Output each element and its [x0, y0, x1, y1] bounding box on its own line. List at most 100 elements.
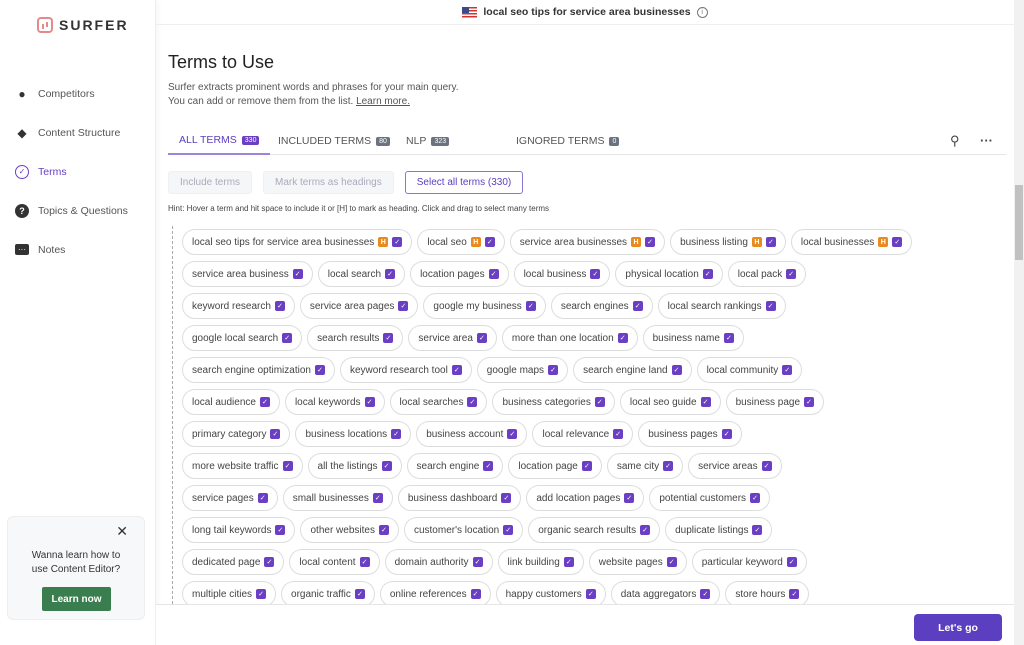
term-chip[interactable]: local seo tips for service area business… — [182, 229, 413, 255]
term-chip[interactable]: particular keyword ✓ — [691, 549, 807, 575]
term-chip[interactable]: local content ✓ — [289, 549, 380, 575]
checkbox-checked-icon[interactable]: ✓ — [398, 301, 409, 311]
checkbox-checked-icon[interactable]: ✓ — [765, 237, 776, 247]
checkbox-checked-icon[interactable]: ✓ — [282, 461, 293, 471]
term-chip[interactable]: service area pages ✓ — [299, 293, 419, 319]
term-chip[interactable]: add location pages ✓ — [526, 485, 645, 511]
heading-badge[interactable]: H — [378, 237, 389, 247]
term-chip[interactable]: location pages ✓ — [410, 261, 509, 287]
term-chip[interactable]: same city ✓ — [606, 453, 684, 479]
term-chip[interactable]: online references ✓ — [379, 581, 491, 604]
close-icon[interactable]: ✕ — [116, 523, 128, 540]
search-icon[interactable]: ⚲ — [950, 133, 960, 149]
checkbox-checked-icon[interactable]: ✓ — [264, 557, 275, 567]
checkbox-checked-icon[interactable]: ✓ — [721, 429, 732, 439]
term-chip[interactable]: local search rankings ✓ — [657, 293, 786, 319]
logo[interactable]: SURFER — [37, 17, 129, 33]
checkbox-checked-icon[interactable]: ✓ — [700, 589, 711, 599]
term-chip[interactable]: small businesses ✓ — [282, 485, 393, 511]
term-chip[interactable]: local keywords ✓ — [284, 389, 385, 415]
checkbox-checked-icon[interactable]: ✓ — [385, 269, 396, 279]
term-chip[interactable]: search engine optimization ✓ — [182, 357, 335, 383]
checkbox-checked-icon[interactable]: ✓ — [467, 397, 478, 407]
term-chip[interactable]: local searches ✓ — [389, 389, 488, 415]
more-options-icon[interactable]: ··· — [980, 133, 993, 148]
lets-go-button[interactable]: Let's go — [914, 614, 1002, 641]
tab-all-terms[interactable]: ALL TERMS 330 — [168, 127, 271, 155]
term-chip[interactable]: search results ✓ — [307, 325, 404, 351]
term-chip[interactable]: local search ✓ — [317, 261, 406, 287]
checkbox-checked-icon[interactable]: ✓ — [354, 589, 365, 599]
term-chip[interactable]: data aggregators ✓ — [610, 581, 721, 604]
checkbox-checked-icon[interactable]: ✓ — [892, 237, 903, 247]
checkbox-checked-icon[interactable]: ✓ — [789, 589, 800, 599]
checkbox-checked-icon[interactable]: ✓ — [752, 525, 763, 535]
checkbox-checked-icon[interactable]: ✓ — [786, 557, 797, 567]
checkbox-checked-icon[interactable]: ✓ — [472, 557, 483, 567]
checkbox-checked-icon[interactable]: ✓ — [804, 397, 815, 407]
scrollbar[interactable] — [1014, 0, 1024, 645]
checkbox-checked-icon[interactable]: ✓ — [476, 333, 487, 343]
checkbox-checked-icon[interactable]: ✓ — [786, 269, 797, 279]
checkbox-checked-icon[interactable]: ✓ — [671, 365, 682, 375]
term-chip[interactable]: business locations ✓ — [295, 421, 412, 447]
heading-badge[interactable]: H — [631, 237, 642, 247]
term-chip[interactable]: business pages ✓ — [638, 421, 742, 447]
term-chip[interactable]: location page ✓ — [508, 453, 602, 479]
sidebar-item-notes[interactable]: ··· Notes — [15, 230, 128, 269]
checkbox-checked-icon[interactable]: ✓ — [723, 333, 734, 343]
scrollbar-thumb[interactable] — [1015, 185, 1023, 260]
heading-badge[interactable]: H — [878, 237, 889, 247]
term-chip[interactable]: multiple cities ✓ — [182, 581, 277, 604]
tab-ignored-terms[interactable]: IGNORED TERMS 0 — [516, 127, 620, 155]
term-chip[interactable]: business categories ✓ — [492, 389, 615, 415]
heading-badge[interactable]: H — [751, 237, 762, 247]
term-chip[interactable]: local community ✓ — [696, 357, 803, 383]
term-chip[interactable]: service areas ✓ — [688, 453, 782, 479]
checkbox-checked-icon[interactable]: ✓ — [666, 557, 677, 567]
checkbox-checked-icon[interactable]: ✓ — [624, 493, 635, 503]
checkbox-checked-icon[interactable]: ✓ — [259, 397, 270, 407]
select-all-terms-button[interactable]: Select all terms (330) — [404, 171, 524, 194]
heading-badge[interactable]: H — [470, 237, 481, 247]
checkbox-checked-icon[interactable]: ✓ — [292, 269, 303, 279]
checkbox-checked-icon[interactable]: ✓ — [282, 333, 293, 343]
checkbox-checked-icon[interactable]: ✓ — [501, 493, 512, 503]
checkbox-checked-icon[interactable]: ✓ — [563, 557, 574, 567]
term-chip[interactable]: website pages ✓ — [588, 549, 687, 575]
term-chip[interactable]: potential customers ✓ — [649, 485, 771, 511]
term-chip[interactable]: local businesses H ✓ — [790, 229, 913, 255]
term-chip[interactable]: search engine ✓ — [406, 453, 504, 479]
term-chip[interactable]: service area ✓ — [408, 325, 497, 351]
term-chip[interactable]: duplicate listings ✓ — [665, 517, 773, 543]
term-chip[interactable]: local audience ✓ — [182, 389, 280, 415]
term-chip[interactable]: google my business ✓ — [423, 293, 546, 319]
term-chip[interactable]: business page ✓ — [725, 389, 825, 415]
checkbox-checked-icon[interactable]: ✓ — [274, 301, 285, 311]
checkbox-checked-icon[interactable]: ✓ — [257, 493, 268, 503]
term-chip[interactable]: other websites ✓ — [300, 517, 399, 543]
learn-more-link[interactable]: Learn more. — [356, 96, 410, 107]
checkbox-checked-icon[interactable]: ✓ — [314, 365, 325, 375]
term-chip[interactable]: service pages ✓ — [182, 485, 278, 511]
term-chip[interactable]: keyword research ✓ — [182, 293, 295, 319]
term-chip[interactable]: local pack ✓ — [727, 261, 807, 287]
checkbox-checked-icon[interactable]: ✓ — [617, 333, 628, 343]
checkbox-checked-icon[interactable]: ✓ — [275, 525, 286, 535]
term-chip[interactable]: google local search ✓ — [182, 325, 303, 351]
checkbox-checked-icon[interactable]: ✓ — [372, 493, 383, 503]
checkbox-checked-icon[interactable]: ✓ — [632, 301, 643, 311]
term-chip[interactable]: local seo H ✓ — [417, 229, 505, 255]
checkbox-checked-icon[interactable]: ✓ — [765, 301, 776, 311]
checkbox-checked-icon[interactable]: ✓ — [640, 525, 651, 535]
include-terms-button[interactable]: Include terms — [168, 171, 253, 194]
checkbox-checked-icon[interactable]: ✓ — [585, 589, 596, 599]
mark-headings-button[interactable]: Mark terms as headings — [263, 171, 394, 194]
term-chip[interactable]: search engines ✓ — [550, 293, 653, 319]
term-chip[interactable]: link building ✓ — [497, 549, 584, 575]
term-chip[interactable]: search engine land ✓ — [573, 357, 692, 383]
term-chip[interactable]: primary category ✓ — [182, 421, 291, 447]
checkbox-checked-icon[interactable]: ✓ — [613, 429, 624, 439]
term-chip[interactable]: service area business ✓ — [182, 261, 313, 287]
learn-now-button[interactable]: Learn now — [42, 587, 111, 611]
